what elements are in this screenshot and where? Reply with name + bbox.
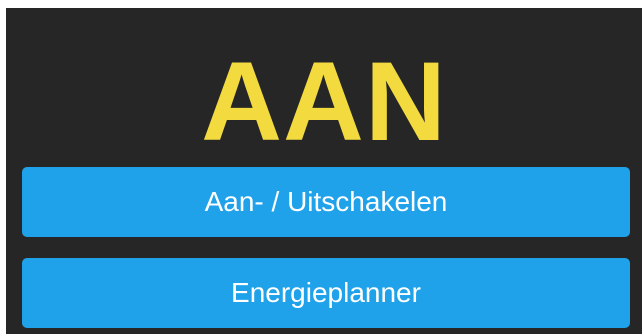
power-status-text: AAN [201, 39, 447, 164]
control-panel: AAN Aan- / Uitschakelen Energieplanner [6, 8, 642, 334]
toggle-power-button[interactable]: Aan- / Uitschakelen [22, 167, 630, 237]
energy-planner-button[interactable]: Energieplanner [22, 258, 630, 328]
